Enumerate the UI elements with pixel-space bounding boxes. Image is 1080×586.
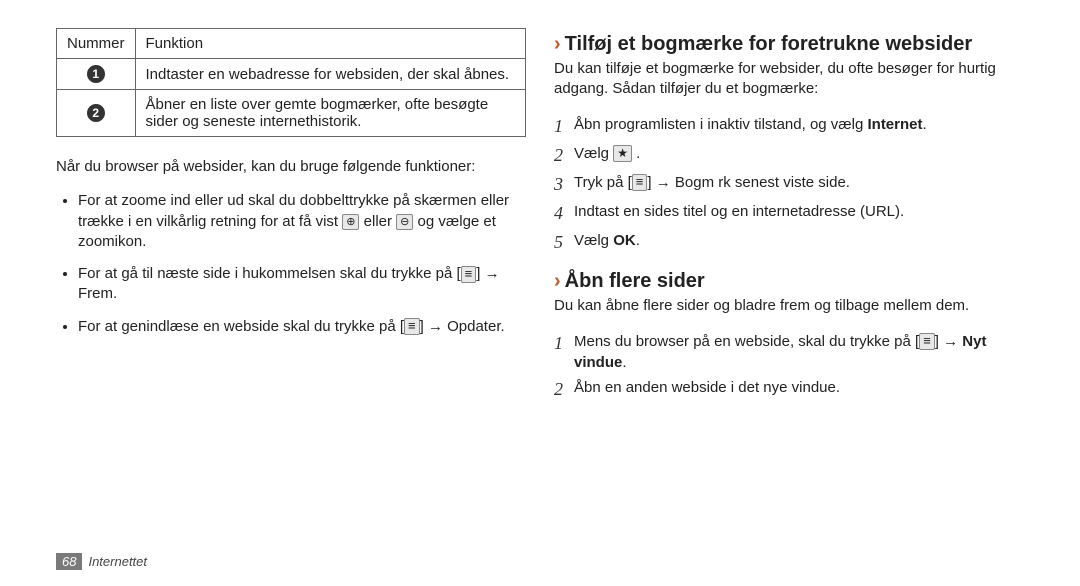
th-function: Funktion bbox=[135, 29, 525, 59]
step: 1 Åbn programlisten i inaktiv tilstand, … bbox=[554, 114, 1024, 139]
function-table: Nummer Funktion 1 Indtaster en webadress… bbox=[56, 28, 526, 137]
step-number: 3 bbox=[554, 172, 574, 197]
chevron-icon: › bbox=[554, 33, 561, 55]
table-row: 2 Åbner en liste over gemte bogmærker, o… bbox=[57, 90, 526, 137]
step-text: Tryk på [] → Bogm rk senest viste side. bbox=[574, 172, 1024, 193]
bookmark-desc: Du kan tilføje et bogmærke for websider,… bbox=[554, 59, 1024, 100]
functions-intro: Når du browser på websider, kan du bruge… bbox=[56, 157, 526, 177]
functions-list: For at zoome ind eller ud skal du dobbel… bbox=[56, 191, 526, 337]
step-text: Vælg . bbox=[574, 143, 1024, 164]
step-text: Indtast en sides titel og en internetadr… bbox=[574, 201, 1024, 222]
page-number: 68 bbox=[56, 553, 82, 570]
step-number: 5 bbox=[554, 230, 574, 255]
zoom-out-icon bbox=[396, 214, 413, 230]
step: 5 Vælg OK. bbox=[554, 230, 1024, 255]
th-number: Nummer bbox=[57, 29, 136, 59]
row1-badge: 1 bbox=[87, 65, 105, 83]
step-text: Åbn programlisten i inaktiv tilstand, og… bbox=[574, 114, 1024, 135]
table-row: 1 Indtaster en webadresse for websiden, … bbox=[57, 59, 526, 90]
step: 4 Indtast en sides titel og en interneta… bbox=[554, 201, 1024, 226]
step-number: 2 bbox=[554, 143, 574, 168]
pages-steps: 1 Mens du browser på en webside, skal du… bbox=[554, 331, 1024, 402]
step-number: 2 bbox=[554, 377, 574, 402]
star-icon bbox=[613, 145, 632, 162]
menu-icon bbox=[404, 318, 420, 335]
step-number: 1 bbox=[554, 331, 574, 356]
bookmark-heading: ›Tilføj et bogmærke for foretrukne websi… bbox=[554, 32, 1024, 57]
menu-icon bbox=[632, 174, 648, 191]
step-number: 1 bbox=[554, 114, 574, 139]
list-item: For at zoome ind eller ud skal du dobbel… bbox=[78, 191, 526, 252]
bookmark-steps: 1 Åbn programlisten i inaktiv tilstand, … bbox=[554, 114, 1024, 256]
row2-text: Åbner en liste over gemte bogmærker, oft… bbox=[135, 90, 525, 137]
menu-icon bbox=[461, 266, 477, 283]
row1-text: Indtaster en webadresse for websiden, de… bbox=[135, 59, 525, 90]
left-column: Nummer Funktion 1 Indtaster en webadress… bbox=[56, 28, 526, 416]
chevron-icon: › bbox=[554, 270, 561, 292]
zoom-in-icon bbox=[342, 214, 359, 230]
step: 2 Åbn en anden webside i det nye vindue. bbox=[554, 377, 1024, 402]
footer-section: Internettet bbox=[88, 554, 147, 569]
page-footer: 68 Internettet bbox=[56, 553, 147, 570]
list-item: For at gå til næste side i hukommelsen s… bbox=[78, 264, 526, 305]
row2-badge: 2 bbox=[87, 104, 105, 122]
step-text: Mens du browser på en webside, skal du t… bbox=[574, 331, 1024, 373]
step-text: Åbn en anden webside i det nye vindue. bbox=[574, 377, 1024, 398]
pages-desc: Du kan åbne flere sider og bladre frem o… bbox=[554, 296, 1024, 316]
step: 3 Tryk på [] → Bogm rk senest viste side… bbox=[554, 172, 1024, 197]
step: 1 Mens du browser på en webside, skal du… bbox=[554, 331, 1024, 373]
right-column: ›Tilføj et bogmærke for foretrukne websi… bbox=[554, 28, 1024, 416]
step-number: 4 bbox=[554, 201, 574, 226]
step-text: Vælg OK. bbox=[574, 230, 1024, 251]
list-item: For at genindlæse en webside skal du try… bbox=[78, 317, 526, 337]
step: 2 Vælg . bbox=[554, 143, 1024, 168]
pages-heading: ›Åbn flere sider bbox=[554, 269, 1024, 294]
menu-icon bbox=[919, 333, 935, 350]
